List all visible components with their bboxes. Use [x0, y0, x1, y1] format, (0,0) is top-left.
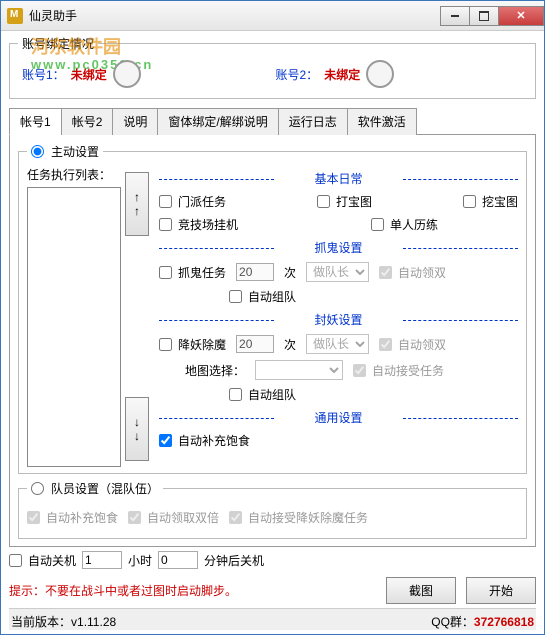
cb-yao-autoteam[interactable]: 自动组队: [229, 386, 296, 403]
acc2-bind-button[interactable]: [366, 60, 394, 88]
window-buttons: [441, 6, 544, 26]
shutdown-mins[interactable]: [158, 551, 198, 569]
app-window: 仙灵助手 河东软件园 www.pc0359.cn 账号绑定情况 账号1： 未绑定…: [0, 0, 545, 635]
app-icon: [7, 8, 23, 24]
cb-danren[interactable]: 单人历练: [371, 216, 438, 233]
team-radio[interactable]: [31, 482, 44, 495]
minimize-button[interactable]: [440, 6, 470, 26]
move-down-button[interactable]: ↓↓: [125, 397, 149, 461]
section-common: 通用设置: [159, 409, 518, 426]
tab-account1[interactable]: 帐号1: [9, 108, 62, 135]
cb-yao[interactable]: 降妖除魔: [159, 336, 226, 353]
shutdown-hours[interactable]: [82, 551, 122, 569]
footer: 当前版本：v1.11.28 QQ群：372766818: [9, 608, 536, 630]
cb-wabaotu[interactable]: 挖宝图: [463, 193, 518, 210]
map-select[interactable]: [255, 360, 343, 380]
qq-group: 372766818: [474, 615, 534, 629]
cb-team-accept-yao[interactable]: 自动接受降妖除魔任务: [229, 509, 368, 526]
version: v1.11.28: [71, 615, 116, 629]
cb-yao-autoleader[interactable]: 自动领双: [379, 336, 446, 353]
cb-ghost-autoteam[interactable]: 自动组队: [229, 288, 296, 305]
tab-content: 主动设置 任务执行列表： ↑↑ ↓↓ 基本日常 门派任务: [9, 135, 536, 547]
start-button[interactable]: 开始: [466, 577, 536, 604]
acc2-value: 未绑定: [324, 66, 360, 83]
cb-menpai[interactable]: 门派任务: [159, 193, 226, 210]
task-listbox[interactable]: [27, 187, 121, 467]
cb-shutdown[interactable]: 自动关机: [9, 552, 76, 569]
team-fieldset: 队员设置（混队伍） 自动补充饱食 自动领取双倍 自动接受降妖除魔任务: [18, 480, 527, 539]
map-label: 地图选择：: [185, 362, 245, 379]
cb-team-double[interactable]: 自动领取双倍: [128, 509, 219, 526]
cb-ghost-autoleader[interactable]: 自动领双: [379, 264, 446, 281]
acc2-label: 账号2：: [276, 66, 319, 83]
team-legend: 队员设置（混队伍）: [27, 480, 163, 497]
titlebar: 仙灵助手: [1, 1, 544, 31]
screenshot-button[interactable]: 截图: [386, 577, 456, 604]
tasklist-label: 任务执行列表：: [27, 166, 121, 183]
tab-bind-desc[interactable]: 窗体绑定/解绑说明: [157, 108, 278, 135]
close-button[interactable]: [498, 6, 544, 26]
maximize-button[interactable]: [469, 6, 499, 26]
tab-log[interactable]: 运行日志: [278, 108, 348, 135]
active-legend: 主动设置: [27, 143, 103, 160]
active-fieldset: 主动设置 任务执行列表： ↑↑ ↓↓ 基本日常 门派任务: [18, 143, 527, 474]
ghost-role-select[interactable]: 做队长: [306, 262, 369, 282]
cb-ghost[interactable]: 抓鬼任务: [159, 264, 226, 281]
cb-dabaotu[interactable]: 打宝图: [317, 193, 372, 210]
active-radio[interactable]: [31, 145, 44, 158]
move-up-button[interactable]: ↑↑: [125, 172, 149, 236]
acc1-bind-button[interactable]: [113, 60, 141, 88]
cb-autoaccept[interactable]: 自动接受任务: [353, 362, 444, 379]
yao-role-select[interactable]: 做队长: [306, 334, 369, 354]
window-title: 仙灵助手: [29, 7, 441, 24]
cb-food[interactable]: 自动补充饱食: [159, 432, 250, 449]
tab-bar: 帐号1 帐号2 说明 窗体绑定/解绑说明 运行日志 软件激活: [9, 107, 536, 135]
tab-activate[interactable]: 软件激活: [347, 108, 417, 135]
binding-fieldset: 账号绑定情况 账号1： 未绑定 账号2： 未绑定: [9, 35, 536, 99]
cb-team-food[interactable]: 自动补充饱食: [27, 509, 118, 526]
shutdown-bar: 自动关机 小时 分钟后关机: [9, 547, 536, 573]
binding-legend: 账号绑定情况: [18, 35, 98, 52]
section-ghost: 抓鬼设置: [159, 239, 518, 256]
section-basic: 基本日常: [159, 170, 518, 187]
acc1-value: 未绑定: [71, 66, 107, 83]
acc1-label: 账号1：: [22, 66, 65, 83]
ghost-count[interactable]: [236, 263, 274, 281]
warning-text: 提示：不要在战斗中或者过图时启动脚步。: [9, 582, 376, 599]
cb-jingji[interactable]: 竞技场挂机: [159, 216, 238, 233]
yao-count[interactable]: [236, 335, 274, 353]
tab-account2[interactable]: 帐号2: [61, 108, 114, 135]
tab-desc[interactable]: 说明: [112, 108, 158, 135]
section-yao: 封妖设置: [159, 311, 518, 328]
